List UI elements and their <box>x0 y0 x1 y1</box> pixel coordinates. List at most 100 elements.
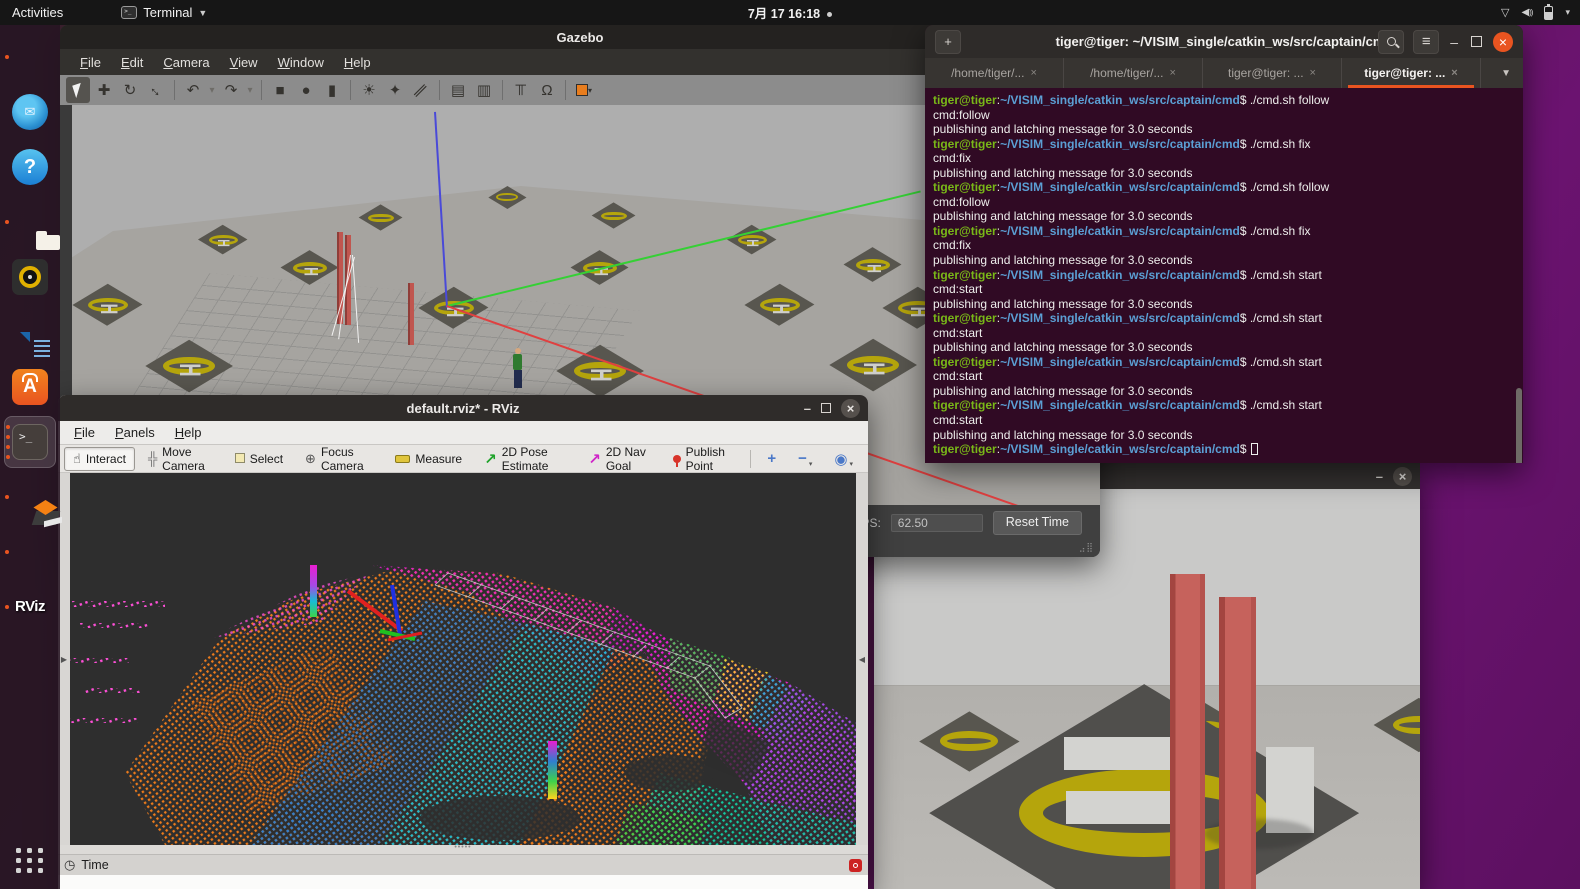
prompt-dollar: $ <box>1240 398 1250 412</box>
right-panel-collapse-handle[interactable]: ◀ <box>856 473 868 845</box>
minimize-icon[interactable]: – <box>1450 34 1458 50</box>
dock-item-firefox[interactable] <box>4 31 56 83</box>
add-tool-button[interactable]: + <box>758 447 785 471</box>
activities-button[interactable]: Activities <box>12 5 63 20</box>
close-icon[interactable]: × <box>1393 467 1412 486</box>
dock-item-libreoffice-writer[interactable] <box>4 306 56 358</box>
clock[interactable]: 7月 17 16:18 <box>0 3 1580 22</box>
gazebo-menu-help[interactable]: Help <box>336 53 379 72</box>
rotate-icon[interactable]: ↻ <box>118 77 142 103</box>
minimize-icon[interactable]: – <box>804 401 811 416</box>
undo-menu-icon[interactable]: ▾ <box>207 77 217 103</box>
rviz-menu-panels[interactable]: Panels <box>107 423 163 442</box>
redo-menu-icon[interactable]: ▾ <box>245 77 255 103</box>
directional-light-icon[interactable]: ∥ <box>409 77 433 103</box>
tool-measure[interactable]: Measure <box>386 447 471 471</box>
time-panel-header[interactable]: ◷ Time <box>58 854 868 875</box>
rviz-menu-file[interactable]: File <box>66 423 103 442</box>
dock-item-gazebo[interactable] <box>4 471 56 523</box>
helipad-letter: H <box>299 253 322 289</box>
panel-splitter[interactable]: ••••• <box>58 845 868 854</box>
maximize-icon[interactable] <box>1471 36 1482 47</box>
dock-item-rviz[interactable]: RViz <box>4 581 56 633</box>
translate-icon[interactable]: ✚ <box>92 77 116 103</box>
helipad-marking <box>1064 737 1179 770</box>
remove-tool-icon: − <box>798 450 807 467</box>
snap-icon[interactable]: Ω <box>535 77 559 103</box>
box-icon[interactable]: ■ <box>268 77 292 103</box>
maximize-icon[interactable] <box>821 403 831 413</box>
tool-move-camera[interactable]: ╬Move Camera <box>139 447 222 471</box>
close-icon[interactable]: × <box>841 399 860 418</box>
copy-icon[interactable]: ▤ <box>446 77 470 103</box>
resize-grip-icon[interactable]: ⣠⣿ <box>1079 542 1094 553</box>
terminal-body[interactable]: tiger@tiger:~/VISIM_single/catkin_ws/src… <box>925 88 1523 463</box>
tab-label: /home/tiger/... <box>951 66 1024 80</box>
dock-item-rhythmbox[interactable] <box>4 251 56 303</box>
terminal-window[interactable]: + tiger@tiger: ~/VISIM_single/catkin_ws/… <box>925 25 1523 463</box>
select-arrow-icon[interactable] <box>66 77 90 103</box>
close-icon[interactable]: × <box>1493 32 1513 52</box>
rviz-window[interactable]: default.rviz* - RViz – × FilePanelsHelp … <box>58 395 868 889</box>
gazebo-menu-view[interactable]: View <box>222 53 266 72</box>
gazebo-menu-camera[interactable]: Camera <box>155 53 217 72</box>
tab-close-icon[interactable]: × <box>1169 67 1175 79</box>
sphere-icon[interactable]: ● <box>294 77 318 103</box>
dock-item-ubuntu-software[interactable]: A <box>4 361 56 413</box>
tool-focus-camera[interactable]: ⊕Focus Camera <box>296 447 382 471</box>
gazebo-menu-file[interactable]: File <box>72 53 109 72</box>
tool-select[interactable]: Select <box>226 447 292 471</box>
tool-2d-nav-goal[interactable]: ↗2D Nav Goal <box>579 447 659 471</box>
tab-close-icon[interactable]: × <box>1030 67 1036 79</box>
rviz-titlebar[interactable]: default.rviz* - RViz – × <box>58 395 868 421</box>
terminal-tab-3[interactable]: tiger@tiger: ...× <box>1203 58 1342 88</box>
minimize-icon[interactable]: – <box>1376 469 1383 484</box>
gazebo-menu-window[interactable]: Window <box>270 53 332 72</box>
new-tab-icon[interactable]: + <box>935 30 961 54</box>
dock-item-thunderbird[interactable]: ✉ <box>4 86 56 138</box>
spot-light-icon[interactable]: ✦ <box>383 77 407 103</box>
redo-icon[interactable]: ↷ <box>219 77 243 103</box>
search-button[interactable] <box>1378 30 1404 54</box>
prompt-command: ./cmd.sh follow <box>1250 180 1329 194</box>
remove-tool-button[interactable]: −▾ <box>789 447 821 471</box>
running-indicator <box>5 495 9 499</box>
gazebo-menu-edit[interactable]: Edit <box>113 53 151 72</box>
dock-item-terminal[interactable]: >_ <box>4 416 56 468</box>
tool-options-button[interactable]: ◉▾ <box>825 447 862 471</box>
rhythmbox-icon <box>12 259 48 295</box>
tab-list-button[interactable]: ▼ <box>1489 58 1523 88</box>
scale-icon[interactable]: ↔ <box>144 77 168 103</box>
tab-close-icon[interactable]: × <box>1451 67 1457 79</box>
dock-item-help[interactable]: ? <box>4 141 56 193</box>
terminal-tab-1[interactable]: /home/tiger/... × <box>925 58 1064 88</box>
view-angle-icon[interactable]: ▾ <box>572 77 596 103</box>
cylinder-icon[interactable]: ▮ <box>320 77 344 103</box>
rviz-menubar: FilePanelsHelp <box>58 421 868 445</box>
time-panel-close-button[interactable] <box>849 859 862 872</box>
terminal-line: publishing and latching message for 3.0 … <box>933 428 1523 443</box>
pointcloud-view[interactable] <box>70 473 856 845</box>
terminal-tab-2[interactable]: /home/tiger/...× <box>1064 58 1203 88</box>
point-light-icon[interactable]: ☀ <box>357 77 381 103</box>
tool-publish-point[interactable]: Publish Point <box>664 447 742 471</box>
terminal-headerbar[interactable]: + tiger@tiger: ~/VISIM_single/catkin_ws/… <box>925 25 1523 58</box>
terminal-line: cmd:start <box>933 326 1523 341</box>
tool-label: Interact <box>86 452 126 466</box>
reset-time-button[interactable]: Reset Time <box>993 511 1082 535</box>
paste-icon[interactable]: ▥ <box>472 77 496 103</box>
tab-close-icon[interactable]: × <box>1310 67 1316 79</box>
dock-item-hidden-app[interactable] <box>4 526 56 578</box>
terminal-tab-4[interactable]: tiger@tiger: ...× <box>1342 58 1481 88</box>
dock-item-app-grid[interactable] <box>4 834 56 886</box>
tool-2d-pose-estimate[interactable]: ↗2D Pose Estimate <box>475 447 575 471</box>
app-menu[interactable]: >_ Terminal ▼ <box>121 5 207 20</box>
dock-item-files[interactable] <box>4 196 56 248</box>
tool-interact[interactable]: ☝Interact <box>64 447 135 471</box>
rviz-menu-help[interactable]: Help <box>167 423 210 442</box>
system-tray[interactable]: ▽ ◀)) ▾ <box>1501 6 1570 20</box>
menu-button[interactable]: ≡ <box>1413 30 1439 54</box>
align-icon[interactable]: ⊨ <box>509 77 533 103</box>
undo-icon[interactable]: ↶ <box>181 77 205 103</box>
scrollbar-thumb[interactable] <box>1516 388 1522 463</box>
